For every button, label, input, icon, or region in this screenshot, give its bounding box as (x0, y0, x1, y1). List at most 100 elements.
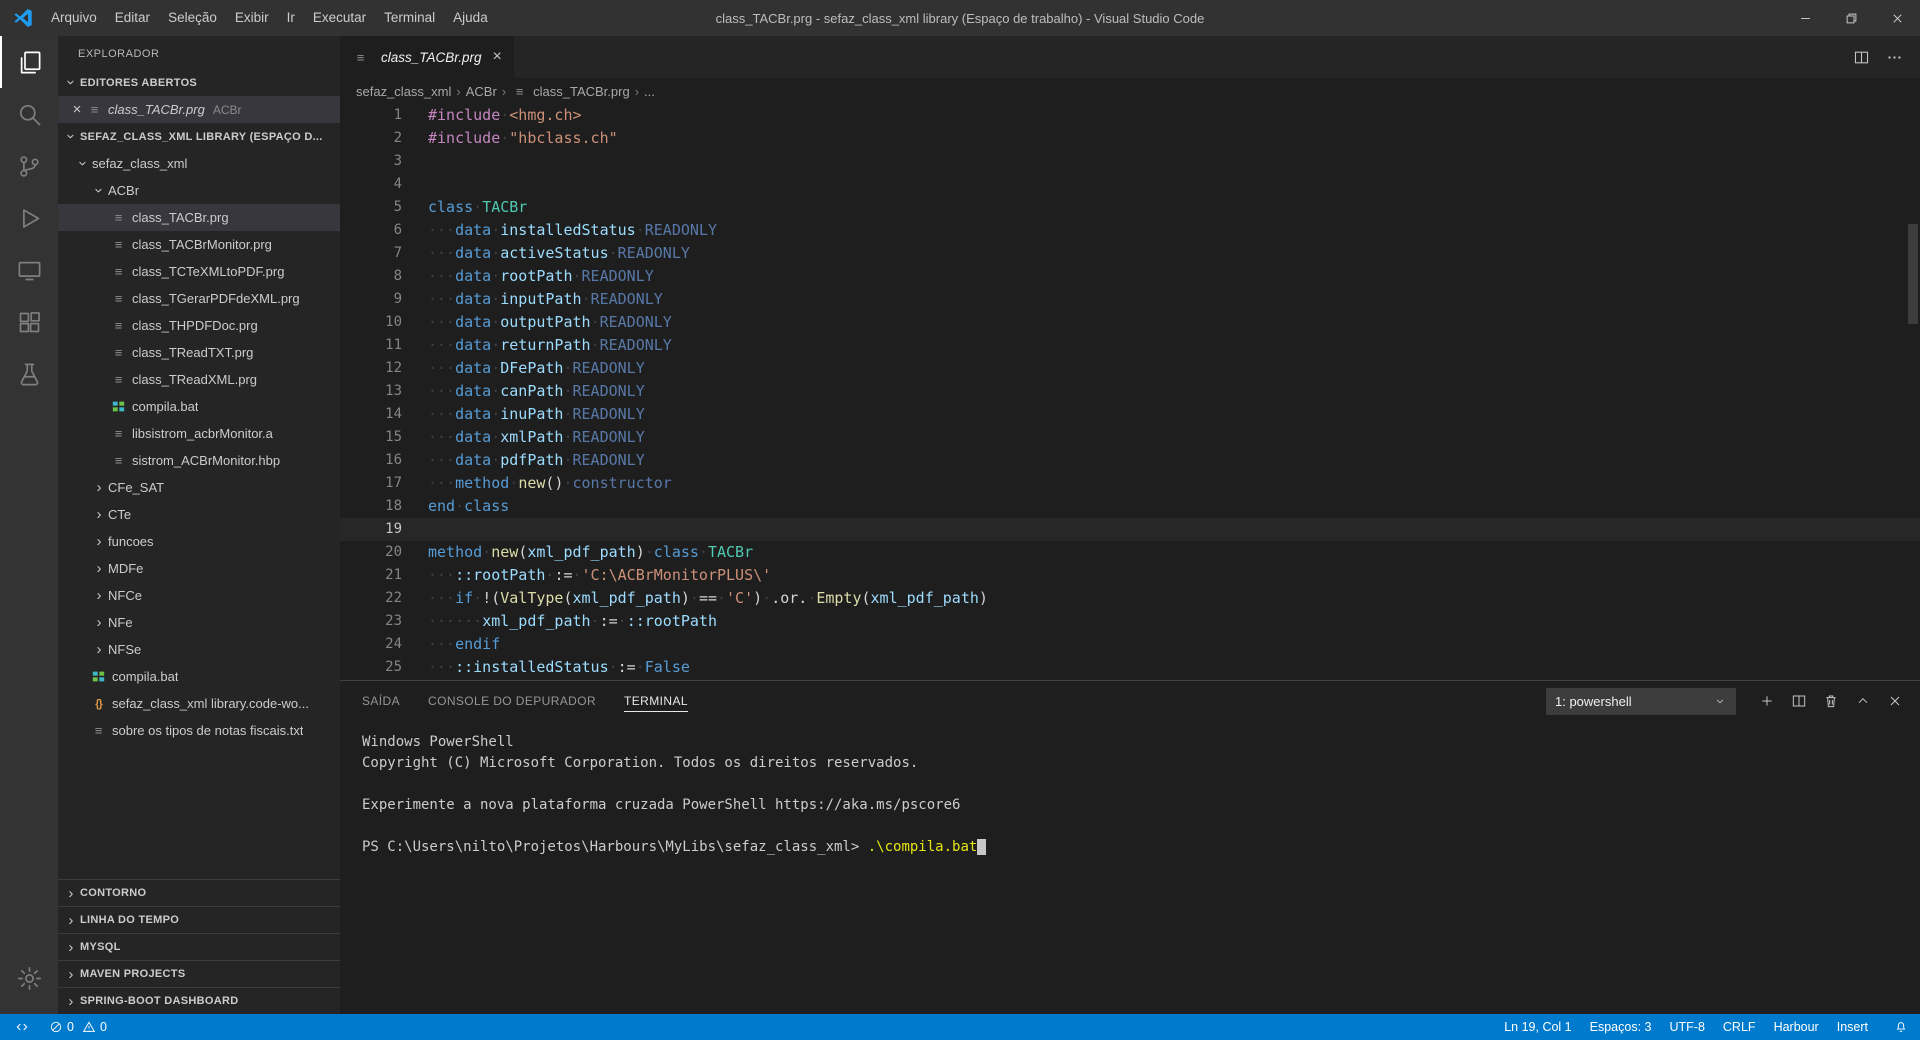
code-line[interactable]: 14···data·inuPath·READONLY (340, 403, 1920, 426)
code-line[interactable]: 9···data·inputPath·READONLY (340, 288, 1920, 311)
panel-tab-terminal[interactable]: TERMINAL (624, 681, 688, 721)
code-line[interactable]: 19 (340, 518, 1920, 541)
file-item-compila-bat[interactable]: compila.bat (58, 393, 340, 420)
file-item-class-treadtxt-prg[interactable]: ≡class_TReadTXT.prg (58, 339, 340, 366)
folder-item-sefaz-class-xml[interactable]: ›sefaz_class_xml (58, 150, 340, 177)
code-line[interactable]: 2#include·"hbclass.ch" (340, 127, 1920, 150)
section-contorno[interactable]: ›CONTORNO (58, 879, 340, 906)
tab-class-tacbr-prg[interactable]: ≡ class_TACBr.prg × (340, 36, 514, 78)
code-line[interactable]: 23······xml_pdf_path·:=·::rootPath (340, 610, 1920, 633)
file-item-sobre-os-tipos-de-notas-fiscais-txt[interactable]: ≡sobre os tipos de notas fiscais.txt (58, 717, 340, 744)
notifications-bell-icon[interactable] (1885, 1014, 1920, 1040)
code-line[interactable]: 1#include·<hmg.ch> (340, 104, 1920, 127)
folder-item-cfe-sat[interactable]: ›CFe_SAT (58, 474, 340, 501)
folder-item-funcoes[interactable]: ›funcoes (58, 528, 340, 555)
code-line[interactable]: 8···data·rootPath·READONLY (340, 265, 1920, 288)
activity-testing-icon[interactable] (0, 348, 58, 400)
activity-run-and-debug-icon[interactable] (0, 192, 58, 244)
status-insert-mode[interactable]: Insert (1828, 1014, 1877, 1040)
code-line[interactable]: 7···data·activeStatus·READONLY (340, 242, 1920, 265)
section-mysql[interactable]: ›MYSQL (58, 933, 340, 960)
code-line[interactable]: 18end·class (340, 495, 1920, 518)
section-linha-do-tempo[interactable]: ›LINHA DO TEMPO (58, 906, 340, 933)
code-line[interactable]: 6···data·installedStatus·READONLY (340, 219, 1920, 242)
terminal-content[interactable]: Windows PowerShellCopyright (C) Microsof… (340, 721, 1920, 1014)
folder-item-nfe[interactable]: ›NFe (58, 609, 340, 636)
activity-explorer-icon[interactable] (0, 36, 58, 88)
minimize-button[interactable] (1782, 0, 1828, 36)
close-panel-icon[interactable] (1881, 688, 1908, 715)
problems-indicator[interactable]: 0 0 (40, 1014, 120, 1040)
status-encoding[interactable]: UTF-8 (1660, 1014, 1713, 1040)
file-item-libsistrom-acbrmonitor-a[interactable]: ≡libsistrom_acbrMonitor.a (58, 420, 340, 447)
code-line[interactable]: 24···endif (340, 633, 1920, 656)
code-line[interactable]: 5class·TACBr (340, 196, 1920, 219)
section-spring-boot-dashboard[interactable]: ›SPRING-BOOT DASHBOARD (58, 987, 340, 1014)
activity-source-control-icon[interactable] (0, 140, 58, 192)
menu-executar[interactable]: Executar (304, 0, 375, 36)
file-item-class-tacbr-prg[interactable]: ≡class_TACBr.prg (58, 204, 340, 231)
folder-item-mdfe[interactable]: ›MDFe (58, 555, 340, 582)
folder-item-cte[interactable]: ›CTe (58, 501, 340, 528)
file-item-class-tctexmltopdf-prg[interactable]: ≡class_TCTeXMLtoPDF.prg (58, 258, 340, 285)
folder-item-acbr[interactable]: ›ACBr (58, 177, 340, 204)
file-item-class-thpdfdoc-prg[interactable]: ≡class_THPDFDoc.prg (58, 312, 340, 339)
restore-button[interactable] (1828, 0, 1874, 36)
workspace-section-header[interactable]: › SEFAZ_CLASS_XML LIBRARY (ESPAÇO D... (58, 123, 340, 150)
file-item-class-tgerarpdfdexml-prg[interactable]: ≡class_TGerarPDFdeXML.prg (58, 285, 340, 312)
close-window-button[interactable] (1874, 0, 1920, 36)
split-terminal-icon[interactable] (1785, 688, 1812, 715)
breadcrumb-item[interactable]: sefaz_class_xml (356, 84, 451, 99)
remote-indicator[interactable] (6, 1014, 38, 1040)
file-item-sistrom-acbrmonitor-hbp[interactable]: ≡sistrom_ACBrMonitor.hbp (58, 447, 340, 474)
code-line[interactable]: 21···::rootPath·:=·'C:\ACBrMonitorPLUS\' (340, 564, 1920, 587)
menu-ajuda[interactable]: Ajuda (444, 0, 497, 36)
split-editor-icon[interactable] (1848, 44, 1875, 71)
panel-tab-sa-da[interactable]: SAÍDA (362, 681, 400, 721)
menu-ir[interactable]: Ir (278, 0, 304, 36)
menu-terminal[interactable]: Terminal (375, 0, 444, 36)
file-item-class-tacbrmonitor-prg[interactable]: ≡class_TACBrMonitor.prg (58, 231, 340, 258)
open-editor-item[interactable]: ×≡class_TACBr.prgACBr (58, 96, 340, 123)
code-line[interactable]: 22···if·!(ValType(xml_pdf_path)·==·'C')·… (340, 587, 1920, 610)
activity-extensions-icon[interactable] (0, 296, 58, 348)
panel-tab-console-do-depurador[interactable]: CONSOLE DO DEPURADOR (428, 681, 596, 721)
code-line[interactable]: 13···data·canPath·READONLY (340, 380, 1920, 403)
section-maven-projects[interactable]: ›MAVEN PROJECTS (58, 960, 340, 987)
menu-editar[interactable]: Editar (106, 0, 159, 36)
code-line[interactable]: 15···data·xmlPath·READONLY (340, 426, 1920, 449)
breadcrumb-item[interactable]: ... (644, 84, 655, 99)
breadcrumb-item[interactable]: ACBr (466, 84, 497, 99)
file-item-sefaz-class-xml-library-code-wo[interactable]: {}sefaz_class_xml library.code-wo... (58, 690, 340, 717)
open-editors-header[interactable]: › EDITORES ABERTOS (58, 69, 340, 96)
menu-sele-o[interactable]: Seleção (159, 0, 226, 36)
menu-arquivo[interactable]: Arquivo (42, 0, 106, 36)
code-line[interactable]: 17···method·new()·constructor (340, 472, 1920, 495)
code-line[interactable]: 11···data·returnPath·READONLY (340, 334, 1920, 357)
more-actions-icon[interactable] (1881, 44, 1908, 71)
code-line[interactable]: 16···data·pdfPath·READONLY (340, 449, 1920, 472)
code-line[interactable]: 4 (340, 173, 1920, 196)
manage-gear-icon[interactable] (0, 952, 58, 1004)
new-terminal-icon[interactable] (1753, 688, 1780, 715)
tab-close-icon[interactable]: × (493, 48, 502, 66)
file-item-compila-bat[interactable]: compila.bat (58, 663, 340, 690)
status-indentation[interactable]: Espaços: 3 (1581, 1014, 1661, 1040)
file-item-class-treadxml-prg[interactable]: ≡class_TReadXML.prg (58, 366, 340, 393)
maximize-panel-icon[interactable] (1849, 688, 1876, 715)
code-line[interactable]: 10···data·outputPath·READONLY (340, 311, 1920, 334)
activity-search-icon[interactable] (0, 88, 58, 140)
terminal-picker[interactable]: 1: powershell (1546, 688, 1736, 715)
code-line[interactable]: 25···::installedStatus·:=·False (340, 656, 1920, 679)
status-eol[interactable]: CRLF (1714, 1014, 1765, 1040)
code-line[interactable]: 12···data·DFePath·READONLY (340, 357, 1920, 380)
menu-exibir[interactable]: Exibir (226, 0, 278, 36)
folder-item-nfse[interactable]: ›NFSe (58, 636, 340, 663)
code-editor[interactable]: 1#include·<hmg.ch>2#include·"hbclass.ch"… (340, 104, 1920, 680)
code-line[interactable]: 20method·new(xml_pdf_path)·class·TACBr (340, 541, 1920, 564)
editor-scrollbar[interactable] (1908, 224, 1918, 324)
status-language-mode[interactable]: Harbour (1765, 1014, 1828, 1040)
kill-terminal-icon[interactable] (1817, 688, 1844, 715)
status-cursor-position[interactable]: Ln 19, Col 1 (1495, 1014, 1580, 1040)
close-editor-icon[interactable]: × (68, 101, 86, 118)
